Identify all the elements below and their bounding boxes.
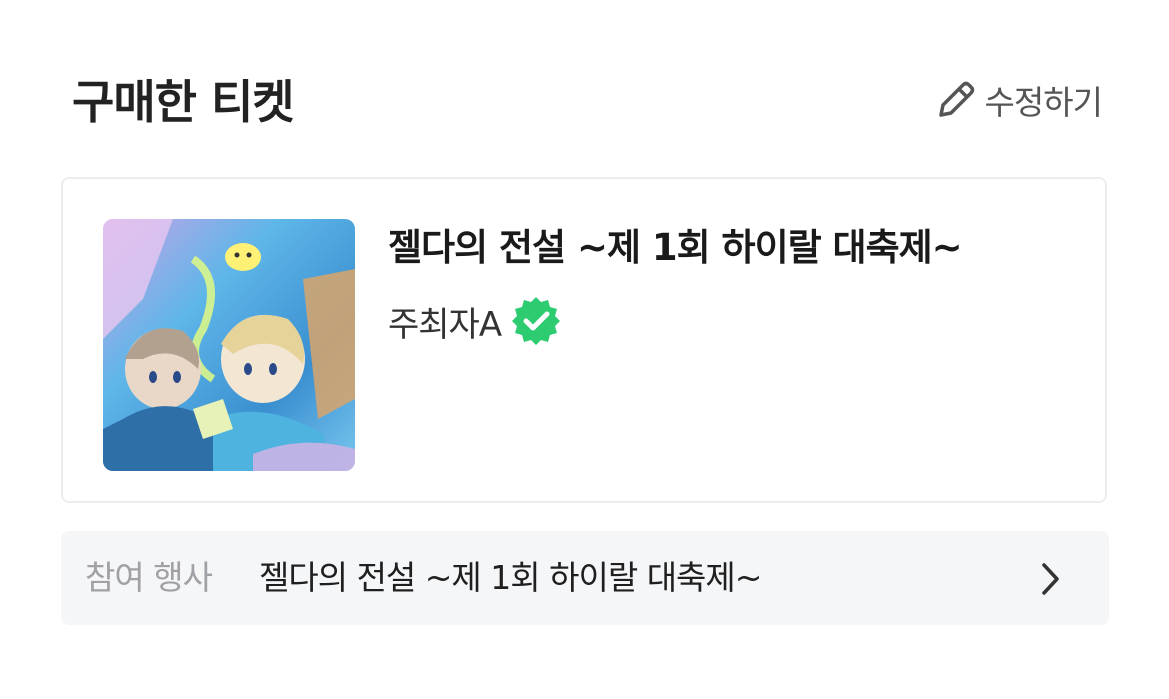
section-title: 구매한 티켓 <box>72 75 295 129</box>
section-header: 구매한 티켓 수정하기 <box>72 70 1103 134</box>
participating-event-row[interactable]: 참여 행사 젤다의 전설 ~제 1회 하이랄 대축제~ <box>61 531 1109 625</box>
pencil-icon <box>933 77 979 123</box>
organizer-row: 주최자A <box>388 295 561 347</box>
chevron-right-icon <box>1035 561 1065 597</box>
event-thumbnail <box>103 219 355 471</box>
ticket-card[interactable]: 젤다의 전설 ~제 1회 하이랄 대축제~ 주최자A <box>61 177 1107 503</box>
organizer-name: 주최자A <box>388 304 502 345</box>
event-label: 참여 행사 <box>85 558 213 597</box>
verified-badge-icon <box>511 296 561 346</box>
event-name: 젤다의 전설 ~제 1회 하이랄 대축제~ <box>259 558 762 597</box>
ticket-title: 젤다의 전설 ~제 1회 하이랄 대축제~ <box>388 226 963 269</box>
edit-label: 수정하기 <box>984 83 1103 122</box>
edit-button[interactable]: 수정하기 <box>933 74 1103 126</box>
